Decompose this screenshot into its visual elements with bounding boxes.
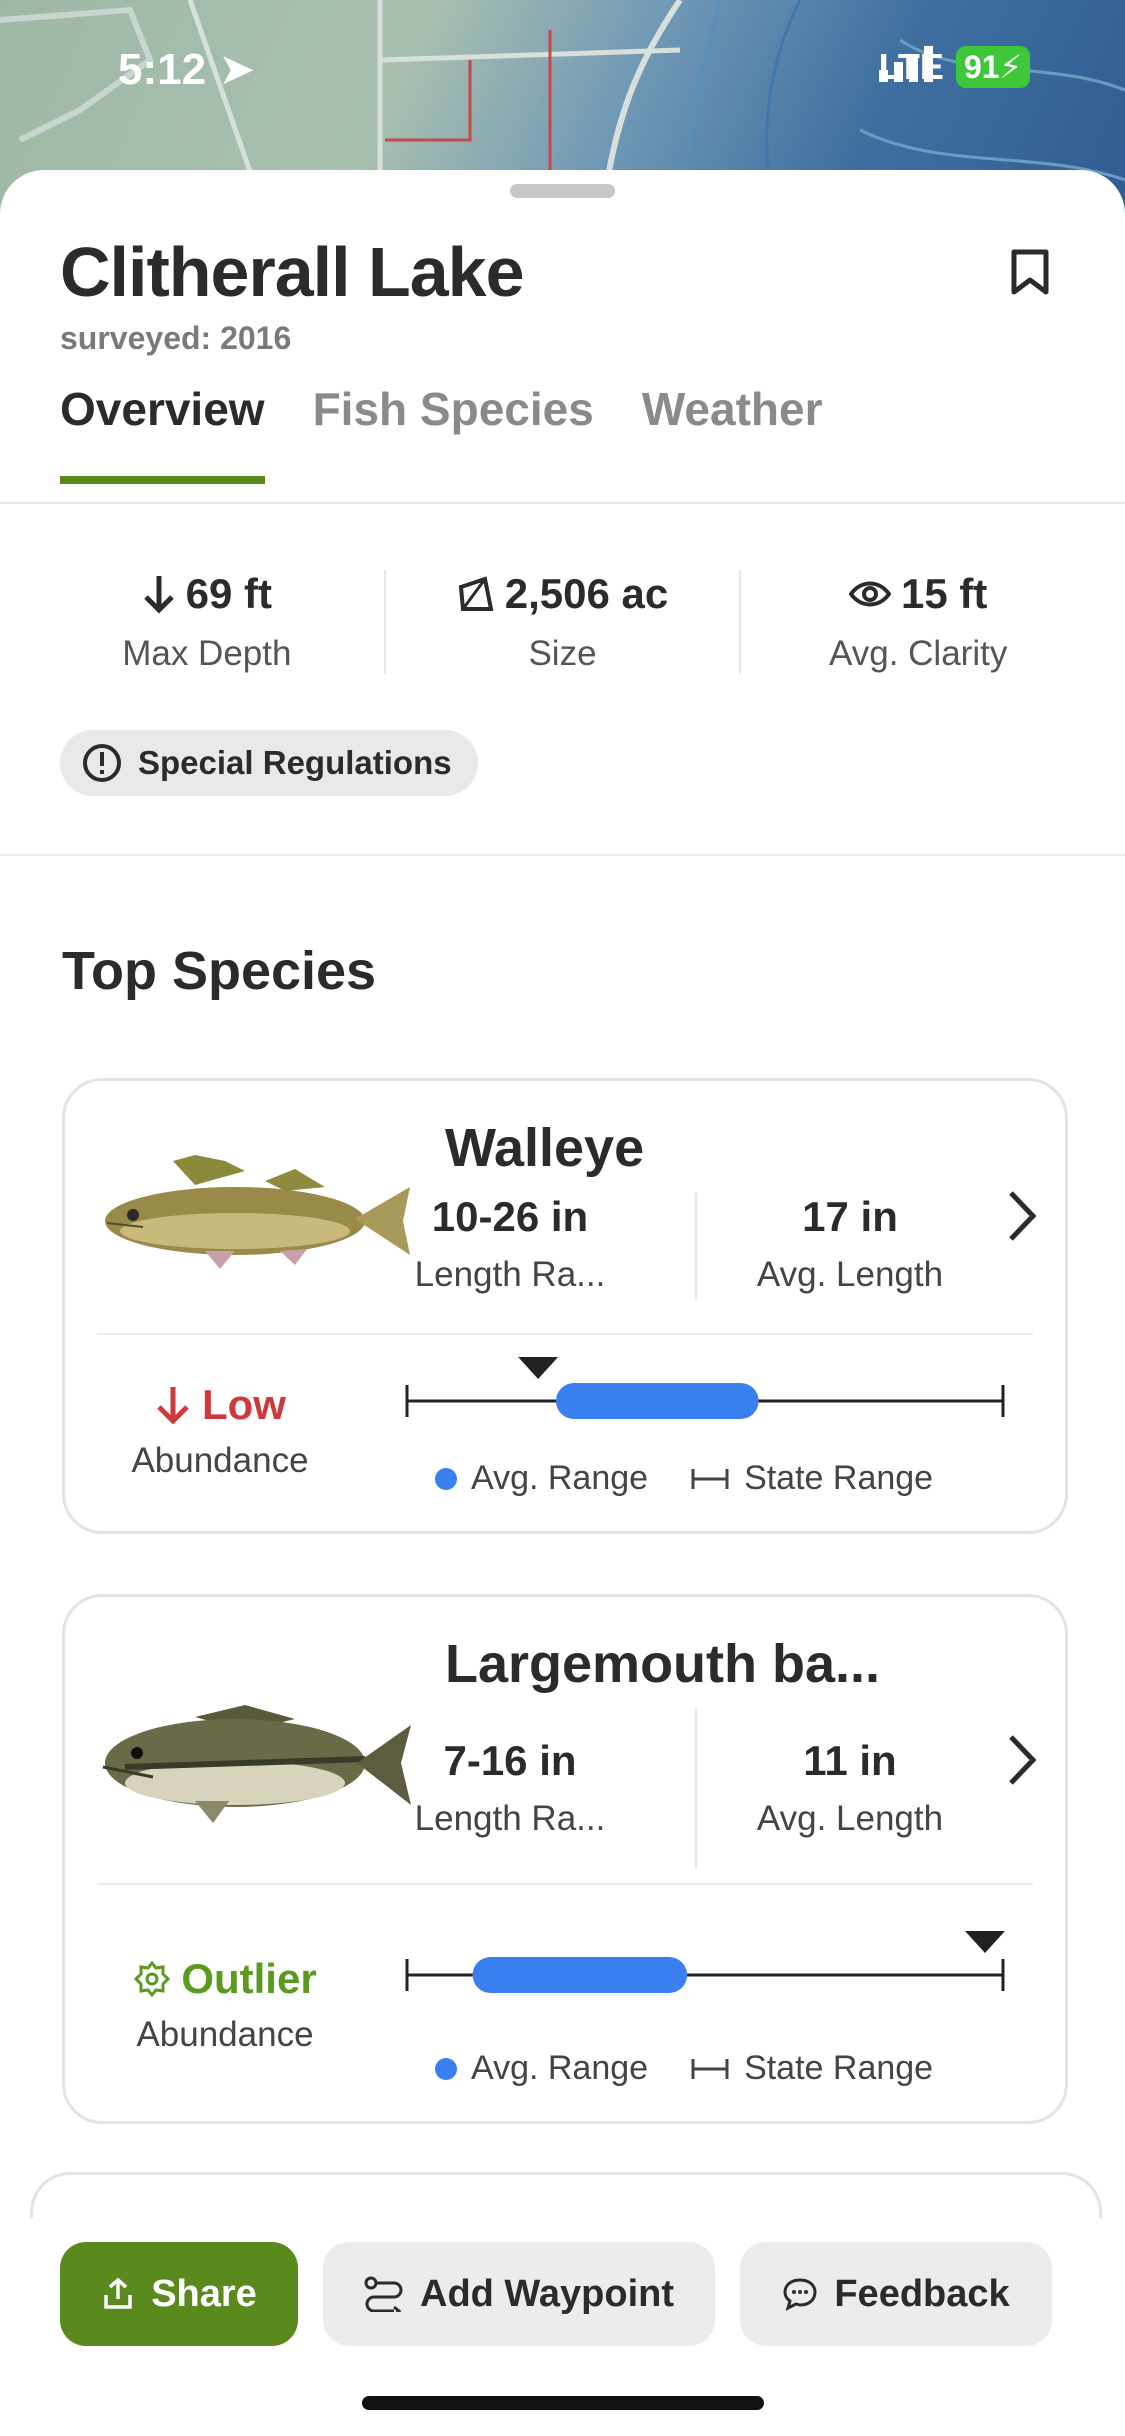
species-card-largemouth-bass[interactable]: Largemouth ba... 7-16 in Length Ra... 11… bbox=[62, 1594, 1068, 2124]
state-range-icon bbox=[691, 2058, 729, 2079]
length-range-bar bbox=[405, 1931, 1005, 1993]
eye-icon bbox=[849, 581, 891, 607]
chat-bubble-icon bbox=[783, 2278, 817, 2311]
avg-range-bar bbox=[472, 1957, 688, 1993]
abundance: Outlier Abundance bbox=[120, 1955, 330, 2055]
size-label: Size bbox=[528, 634, 597, 673]
tab-bar: Overview Fish Species Weather bbox=[60, 382, 822, 484]
route-icon bbox=[364, 2276, 403, 2312]
stat-max-depth: 69 ft Max Depth bbox=[30, 570, 386, 674]
legend-state-range: State Range bbox=[744, 2049, 934, 2087]
metric-divider bbox=[695, 1709, 697, 1869]
status-time: 5:12 ➤ bbox=[118, 45, 256, 94]
avg-range-bar bbox=[556, 1383, 759, 1419]
legend-avg-range: Avg. Range bbox=[471, 2049, 649, 2087]
top-species-heading: Top Species bbox=[62, 941, 377, 1001]
card-divider bbox=[97, 1883, 1033, 1885]
battery-indicator: 91⚡ bbox=[955, 46, 1030, 88]
section-divider bbox=[0, 854, 1125, 856]
avg-length-value: 17 in bbox=[802, 1193, 898, 1240]
special-regulations-label: Special Regulations bbox=[138, 744, 452, 781]
tab-overview[interactable]: Overview bbox=[60, 382, 265, 484]
bookmark-icon[interactable] bbox=[1010, 248, 1050, 301]
abundance-level: Outlier bbox=[181, 1955, 317, 2002]
clarity-label: Avg. Clarity bbox=[829, 634, 1008, 673]
surveyed-date: surveyed: 2016 bbox=[60, 320, 292, 356]
length-range-value: 10-26 in bbox=[431, 1193, 589, 1240]
share-button[interactable]: Share bbox=[60, 2242, 298, 2346]
max-depth-value: 69 ft bbox=[185, 570, 273, 617]
stat-clarity: 15 ft Avg. Clarity bbox=[741, 570, 1095, 674]
length-range-label: Length Ra... bbox=[414, 1255, 606, 1294]
abundance-label: Abundance bbox=[131, 1441, 309, 1480]
avg-range-dot bbox=[435, 2057, 457, 2080]
abundance-level: Low bbox=[202, 1381, 286, 1428]
share-label: Share bbox=[151, 2272, 257, 2315]
lake-title: Clitherall Lake bbox=[60, 233, 525, 311]
length-range: 10-26 in Length Ra... bbox=[385, 1193, 635, 1295]
arrow-down-icon bbox=[143, 576, 174, 614]
avg-range-dot bbox=[435, 1467, 457, 1490]
feedback-button[interactable]: Feedback bbox=[740, 2242, 1052, 2346]
tabs-divider bbox=[0, 502, 1125, 504]
chevron-right-icon[interactable] bbox=[1007, 1733, 1037, 1787]
home-indicator bbox=[362, 2396, 764, 2410]
lake-sheet: Clitherall Lake surveyed: 2016 Overview … bbox=[0, 170, 1125, 2436]
lake-average-marker bbox=[518, 1357, 559, 1379]
add-waypoint-button[interactable]: Add Waypoint bbox=[323, 2242, 715, 2346]
species-card-walleye[interactable]: Walleye 10-26 in Length Ra... 17 in Avg.… bbox=[62, 1078, 1068, 1534]
outlier-badge-icon bbox=[134, 1960, 171, 1998]
stat-size: 2,506 ac Size bbox=[386, 570, 742, 674]
avg-length-value: 11 in bbox=[803, 1737, 897, 1784]
state-range-icon bbox=[691, 1468, 729, 1489]
length-range-value: 7-16 in bbox=[443, 1737, 577, 1784]
legend-state-range: State Range bbox=[744, 1459, 934, 1497]
location-arrow-icon: ➤ bbox=[218, 45, 256, 94]
abundance-label: Abundance bbox=[136, 2015, 314, 2054]
feedback-label: Feedback bbox=[834, 2272, 1010, 2315]
avg-length-label: Avg. Length bbox=[756, 1799, 944, 1838]
lake-average-marker bbox=[965, 1931, 1005, 1953]
add-waypoint-label: Add Waypoint bbox=[420, 2272, 674, 2315]
tab-fish-species[interactable]: Fish Species bbox=[313, 382, 594, 484]
legend-avg-range: Avg. Range bbox=[471, 1459, 649, 1497]
arrow-down-icon bbox=[157, 1387, 189, 1425]
avg-length: 17 in Avg. Length bbox=[710, 1193, 990, 1295]
size-value: 2,506 ac bbox=[504, 570, 669, 617]
range-legend: Avg. Range State Range bbox=[435, 1459, 933, 1498]
avg-length-label: Avg. Length bbox=[756, 1255, 944, 1294]
range-legend: Avg. Range State Range bbox=[435, 2049, 933, 2088]
length-range-label: Length Ra... bbox=[414, 1799, 606, 1838]
special-regulations-button[interactable]: Special Regulations bbox=[60, 730, 478, 796]
tab-weather[interactable]: Weather bbox=[642, 382, 823, 484]
walleye-image bbox=[105, 1155, 410, 1269]
avg-length: 11 in Avg. Length bbox=[710, 1737, 990, 1839]
chevron-right-icon[interactable] bbox=[1007, 1189, 1037, 1243]
length-range-bar bbox=[405, 1357, 1005, 1419]
sheet-grabber[interactable] bbox=[510, 184, 615, 198]
length-range: 7-16 in Length Ra... bbox=[385, 1737, 635, 1839]
alert-circle-icon bbox=[83, 744, 121, 782]
clarity-value: 15 ft bbox=[901, 570, 988, 617]
signal-icon bbox=[878, 46, 933, 82]
abundance: Low Abundance bbox=[125, 1381, 315, 1481]
largemouth-bass-image bbox=[102, 1705, 411, 1823]
card-divider bbox=[97, 1333, 1033, 1335]
area-icon bbox=[458, 576, 494, 611]
species-name: Walleye bbox=[445, 1118, 645, 1178]
status-indicators: LTE 91⚡ bbox=[878, 46, 1030, 88]
share-icon bbox=[104, 2277, 132, 2309]
max-depth-label: Max Depth bbox=[122, 634, 292, 673]
lake-stats: 69 ft Max Depth 2,506 ac Size 15 ft Avg.… bbox=[30, 570, 1095, 674]
metric-divider bbox=[695, 1193, 697, 1299]
species-name: Largemouth ba... bbox=[445, 1634, 881, 1694]
